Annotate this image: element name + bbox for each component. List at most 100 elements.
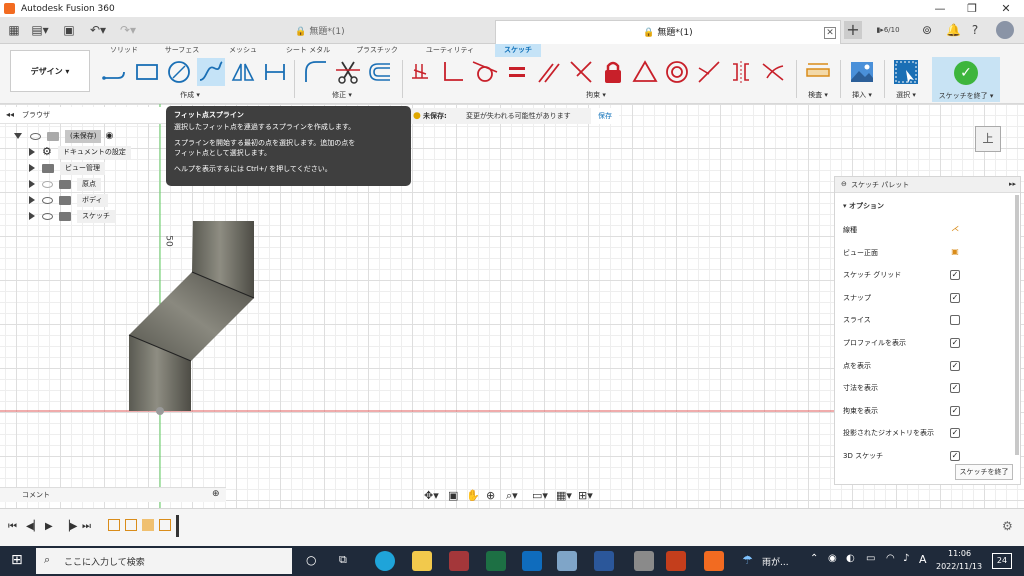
wifi-icon[interactable]: ◠ xyxy=(886,553,895,564)
select-menu[interactable]: 選択 ▾ xyxy=(886,90,926,100)
palette-option-checkbox[interactable]: ✓ xyxy=(950,451,960,461)
sync-icon[interactable]: ⊚ xyxy=(920,21,934,39)
tray-expand-icon[interactable]: ⌃ xyxy=(810,553,818,564)
notification-center-icon[interactable]: 24 xyxy=(992,553,1012,569)
collinear-constraint-icon[interactable] xyxy=(695,58,723,86)
help-icon[interactable]: ? xyxy=(968,21,982,39)
insert-image-icon[interactable] xyxy=(848,58,876,86)
go-to-start-icon[interactable]: ⏮ xyxy=(8,521,17,532)
sketch-feature-icon[interactable] xyxy=(125,519,137,531)
excel-icon[interactable] xyxy=(486,551,506,571)
finish-sketch-button[interactable]: ✓ スケッチを終了 ▾ xyxy=(932,57,1000,102)
angle-constraint-icon[interactable] xyxy=(567,58,595,86)
save-icon[interactable]: ▣ xyxy=(62,21,76,39)
collapse-icon[interactable]: ◂◂ xyxy=(6,110,14,119)
palette-option-checkbox[interactable] xyxy=(950,315,960,325)
maximize-icon[interactable]: ❐ xyxy=(956,0,988,17)
palette-option-checkbox[interactable]: ✓ xyxy=(950,361,960,371)
apps-grid-icon[interactable]: ▦ xyxy=(6,21,22,39)
gear-icon[interactable]: ⚙ xyxy=(1002,519,1013,533)
select-icon[interactable] xyxy=(892,58,920,86)
sketch-feature-icon[interactable] xyxy=(159,519,171,531)
tangent-constraint-icon[interactable] xyxy=(471,58,499,86)
new-tab-icon[interactable]: + xyxy=(844,21,862,39)
tab-solid[interactable]: ソリッド xyxy=(104,44,144,57)
paint-icon[interactable] xyxy=(557,551,577,571)
dimension-label[interactable]: 50 xyxy=(164,235,174,246)
expand-icon[interactable] xyxy=(29,212,35,220)
zoom-icon[interactable]: ⊕ xyxy=(486,489,495,502)
linetype-icon[interactable]: ⋌ xyxy=(950,225,960,235)
cortana-icon[interactable]: ○ xyxy=(306,553,316,567)
scrollbar[interactable] xyxy=(1015,195,1019,455)
expand-icon[interactable] xyxy=(29,180,35,188)
tab-document-2[interactable]: 🔒 無題*(1) ✕ xyxy=(495,20,841,44)
coincident-constraint-icon[interactable] xyxy=(408,58,436,86)
modify-menu[interactable]: 修正 ▾ xyxy=(322,90,362,100)
circle-tool[interactable] xyxy=(165,58,193,86)
fusion-360-icon[interactable] xyxy=(704,551,724,571)
finish-sketch-button[interactable]: スケッチを終了 xyxy=(955,464,1013,480)
weather-label[interactable]: 雨が... xyxy=(762,555,789,568)
midpoint-constraint-icon[interactable] xyxy=(631,58,659,86)
notification-icon[interactable]: 🔔 xyxy=(946,21,961,39)
viewcube[interactable]: 上 xyxy=(975,126,1001,152)
palette-section[interactable]: ▾ オプション xyxy=(843,201,884,211)
palette-option-checkbox[interactable]: ✓ xyxy=(950,270,960,280)
dimension-tool[interactable] xyxy=(261,58,289,86)
sketch-feature-icon[interactable] xyxy=(108,519,120,531)
measure-icon[interactable] xyxy=(804,58,832,86)
app-icon[interactable] xyxy=(634,551,654,571)
palette-collapse-icon[interactable]: ⊖ xyxy=(841,180,847,188)
tree-item-bodies[interactable]: ボディ xyxy=(29,192,229,208)
undo-icon[interactable]: ↶▾ xyxy=(86,21,110,39)
fillet-tool[interactable] xyxy=(302,58,330,86)
redo-icon[interactable]: ↷▾ xyxy=(116,21,140,39)
save-button[interactable]: 保存 xyxy=(591,108,619,124)
create-menu[interactable]: 作成 ▾ xyxy=(170,90,210,100)
visibility-icon[interactable] xyxy=(42,212,53,220)
file-explorer-icon[interactable] xyxy=(412,551,432,571)
windows-start-icon[interactable]: ⊞ xyxy=(11,552,23,568)
expand-icon[interactable]: ▸▸ xyxy=(1009,180,1016,188)
visibility-icon[interactable] xyxy=(42,180,53,188)
extrude-feature-icon[interactable] xyxy=(142,519,154,531)
add-comment-icon[interactable]: ⊕ xyxy=(212,489,220,499)
step-forward-icon[interactable]: ▕▶ xyxy=(62,521,77,532)
step-back-icon[interactable]: ◀▏ xyxy=(26,521,41,532)
job-status[interactable]: ▮▸6/10 xyxy=(870,21,906,39)
close-icon[interactable]: ✕ xyxy=(990,0,1022,17)
tab-surface[interactable]: サーフェス xyxy=(160,44,204,57)
access-icon[interactable] xyxy=(449,551,469,571)
tab-utility[interactable]: ユーティリティ xyxy=(420,44,480,57)
tab-mesh[interactable]: メッシュ xyxy=(225,44,261,57)
rectangle-tool[interactable] xyxy=(133,58,161,86)
design-workspace-button[interactable]: デザイン ▾ xyxy=(10,50,90,92)
weather-icon[interactable]: ☂ xyxy=(742,553,753,567)
palette-option-checkbox[interactable]: ✓ xyxy=(950,293,960,303)
activate-icon[interactable]: ◉ xyxy=(105,128,113,144)
play-icon[interactable]: ▶ xyxy=(45,521,53,532)
edge-icon[interactable] xyxy=(375,551,395,571)
expand-icon[interactable] xyxy=(29,148,35,156)
parallel-constraint-icon[interactable] xyxy=(535,58,563,86)
fit-icon[interactable]: ⌕▾ xyxy=(506,489,518,503)
clock-time[interactable]: 11:06 xyxy=(948,549,971,558)
tray-icon[interactable]: ◉ xyxy=(828,553,837,564)
tree-item-sketches[interactable]: スケッチ xyxy=(29,208,229,224)
timeline-marker[interactable] xyxy=(176,515,179,537)
search-input[interactable]: ⌕ ここに入力して検索 xyxy=(36,548,292,574)
look-at-icon[interactable]: ▣ xyxy=(448,489,458,502)
palette-option-checkbox[interactable]: ✓ xyxy=(950,383,960,393)
clock-date[interactable]: 2022/11/13 xyxy=(936,562,982,571)
word-icon[interactable] xyxy=(594,551,614,571)
tab-sketch[interactable]: スケッチ xyxy=(495,44,541,57)
grid-settings-icon[interactable]: ▦▾ xyxy=(556,489,572,502)
mirror-tool[interactable] xyxy=(229,58,257,86)
look-at-icon[interactable]: ▣ xyxy=(950,248,960,258)
visibility-icon[interactable] xyxy=(30,132,41,140)
trim-tool[interactable] xyxy=(334,58,362,86)
tab-sheet-metal[interactable]: シート メタル xyxy=(282,44,334,57)
ime-indicator[interactable]: A xyxy=(919,553,927,566)
symmetry-constraint-icon[interactable] xyxy=(727,58,755,86)
